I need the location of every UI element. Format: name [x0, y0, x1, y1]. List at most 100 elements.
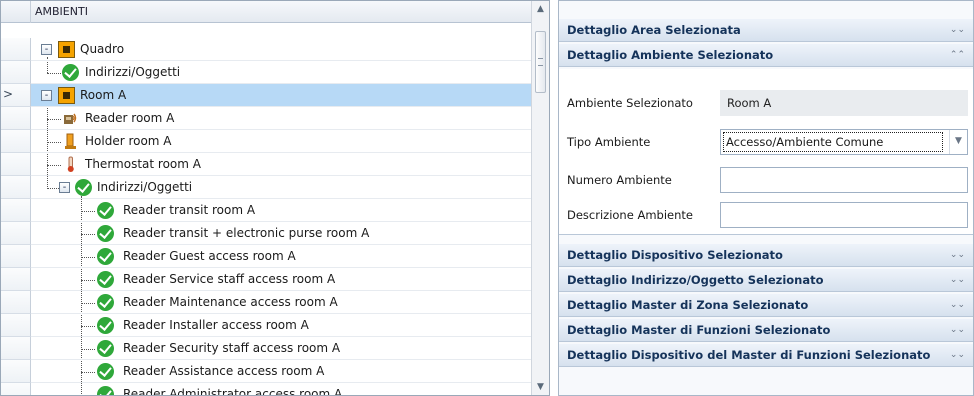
section-dettaglio-area[interactable]: Dettaglio Area Selezionata ⌄⌄: [559, 19, 973, 42]
tree-node[interactable]: Thermostat room A: [31, 153, 531, 176]
tree-row-object[interactable]: Reader Security staff access room A: [1, 337, 531, 360]
box-icon: [58, 41, 75, 58]
expand-chevron-icon[interactable]: ⌄⌄: [950, 319, 965, 342]
tree-node[interactable]: Reader Service staff access room A: [31, 268, 531, 291]
tree-row-object[interactable]: Reader Maintenance access room A: [1, 291, 531, 314]
check-icon: [97, 317, 114, 334]
row-selector[interactable]: [1, 245, 31, 268]
expand-chevron-icon[interactable]: ⌄⌄: [950, 344, 965, 367]
section-dettaglio-ambiente[interactable]: Dettaglio Ambiente Selezionato ⌃⌃: [559, 44, 973, 67]
tree-node-label: Reader Maintenance access room A: [123, 295, 338, 309]
expand-chevron-icon[interactable]: ⌄⌄: [950, 19, 965, 42]
ambiente-selezionato-label: Ambiente Selezionato: [567, 96, 693, 110]
row-selector[interactable]: [1, 153, 31, 176]
tree-row-reader[interactable]: Reader room A: [1, 107, 531, 130]
descrizione-ambiente-label: Descrizione Ambiente: [567, 208, 693, 222]
scrollbar-thumb[interactable]: [535, 31, 546, 93]
collapse-toggle[interactable]: -: [41, 90, 52, 101]
detail-panel: Dettaglio Area Selezionata ⌄⌄ Dettaglio …: [558, 0, 974, 396]
row-selector[interactable]: [1, 383, 31, 395]
collapse-toggle[interactable]: -: [41, 44, 52, 55]
numero-ambiente-label: Numero Ambiente: [567, 173, 672, 187]
section-title: Dettaglio Master di Funzioni Selezionato: [567, 323, 831, 337]
tree-row-room-a[interactable]: > - Room A: [1, 84, 531, 107]
tree-row-object[interactable]: Reader Assistance access room A: [1, 360, 531, 383]
tree-node-label: Reader Assistance access room A: [123, 364, 325, 378]
tree-row-object[interactable]: Reader Administrator access room A: [1, 383, 531, 395]
tipo-ambiente-value[interactable]: Accesso/Ambiente Comune: [723, 132, 943, 152]
row-selector[interactable]: [1, 130, 31, 153]
collapse-chevron-icon[interactable]: ⌃⌃: [950, 44, 965, 67]
tree-node[interactable]: Reader Administrator access room A: [31, 383, 531, 395]
row-selector[interactable]: [1, 360, 31, 383]
tree-node[interactable]: Reader Installer access room A: [31, 314, 531, 337]
tree-node[interactable]: Reader Security staff access room A: [31, 337, 531, 360]
tree-row-object[interactable]: Reader Guest access room A: [1, 245, 531, 268]
tree-node-label: Indirizzi/Oggetti: [97, 180, 193, 194]
tree-node[interactable]: Holder room A: [31, 130, 531, 153]
vertical-scrollbar[interactable]: ▲ ▼: [531, 1, 549, 395]
collapse-toggle[interactable]: -: [59, 182, 70, 193]
section-dettaglio-dispositivo-master[interactable]: Dettaglio Dispositivo del Master di Funz…: [559, 344, 973, 367]
tree-node[interactable]: Reader transit + electronic purse room A: [31, 222, 531, 245]
row-selector[interactable]: [1, 61, 31, 84]
row-selector[interactable]: [1, 222, 31, 245]
expand-chevron-icon[interactable]: ⌄⌄: [950, 244, 965, 267]
tree-node[interactable]: Indirizzi/Oggetti: [31, 61, 531, 84]
row-selector[interactable]: [1, 337, 31, 360]
tree-node[interactable]: - Room A: [31, 84, 531, 107]
tree-node-label: Thermostat room A: [85, 157, 201, 171]
section-title: Dettaglio Dispositivo Selezionato: [567, 248, 783, 262]
tree-node[interactable]: Reader room A: [31, 107, 531, 130]
section-dettaglio-dispositivo[interactable]: Dettaglio Dispositivo Selezionato ⌄⌄: [559, 244, 973, 267]
row-selector[interactable]: [1, 176, 31, 199]
tree-row-object[interactable]: Reader Service staff access room A: [1, 268, 531, 291]
descrizione-ambiente-input[interactable]: [720, 202, 968, 228]
check-icon: [97, 386, 114, 395]
tipo-ambiente-select[interactable]: Accesso/Ambiente Comune ▼: [720, 129, 968, 155]
tree-node-label: Quadro: [80, 42, 125, 56]
row-selector[interactable]: [1, 268, 31, 291]
tree-node-label: Reader transit room A: [123, 203, 256, 217]
chevron-down-icon[interactable]: ▼: [949, 130, 967, 154]
expand-chevron-icon[interactable]: ⌄⌄: [950, 269, 965, 292]
scroll-down-icon[interactable]: ▼: [532, 379, 549, 395]
tree-node[interactable]: - Indirizzi/Oggetti: [31, 176, 531, 199]
check-icon: [97, 202, 114, 219]
section-dettaglio-master-funzioni[interactable]: Dettaglio Master di Funzioni Selezionato…: [559, 319, 973, 342]
row-selector[interactable]: [1, 314, 31, 337]
row-selector[interactable]: [1, 291, 31, 314]
tree-node[interactable]: Reader transit room A: [31, 199, 531, 222]
expand-chevron-icon[interactable]: ⌄⌄: [950, 294, 965, 317]
tree-row-thermostat[interactable]: Thermostat room A: [1, 153, 531, 176]
tree-node[interactable]: - Quadro: [31, 38, 531, 61]
scroll-up-icon[interactable]: ▲: [532, 1, 549, 17]
holder-icon: [62, 133, 79, 150]
tree-row-object[interactable]: Reader transit room A: [1, 199, 531, 222]
section-title: Dettaglio Master di Zona Selezionato: [567, 298, 809, 312]
tree-node-label: Holder room A: [85, 134, 172, 148]
row-selector[interactable]: [1, 107, 31, 130]
tree-node[interactable]: Reader Guest access room A: [31, 245, 531, 268]
check-icon: [97, 363, 114, 380]
tree-row-indirizzi-room[interactable]: - Indirizzi/Oggetti: [1, 176, 531, 199]
tree-node-label: Reader Guest access room A: [123, 249, 296, 263]
row-selector[interactable]: >: [1, 84, 31, 107]
tree-row-quadro[interactable]: - Quadro: [1, 38, 531, 61]
numero-ambiente-input[interactable]: [720, 167, 968, 193]
check-icon: [97, 248, 114, 265]
section-dettaglio-master-zona[interactable]: Dettaglio Master di Zona Selezionato ⌄⌄: [559, 294, 973, 317]
tree-row-object[interactable]: Reader Installer access room A: [1, 314, 531, 337]
column-header-ambienti[interactable]: AMBIENTI: [31, 1, 88, 23]
tree-row-indirizzi[interactable]: Indirizzi/Oggetti: [1, 61, 531, 84]
section-dettaglio-indirizzo[interactable]: Dettaglio Indirizzo/Oggetto Selezionato …: [559, 269, 973, 292]
tree-row-holder[interactable]: Holder room A: [1, 130, 531, 153]
section-title: Dettaglio Indirizzo/Oggetto Selezionato: [567, 273, 824, 287]
ambienti-tree-grid: AMBIENTI - Quadro Indirizzi/Oggetti > - …: [0, 0, 550, 396]
tree-node[interactable]: Reader Maintenance access room A: [31, 291, 531, 314]
tree-row-object[interactable]: Reader transit + electronic purse room A: [1, 222, 531, 245]
row-selector[interactable]: [1, 38, 31, 61]
tree-node[interactable]: Reader Assistance access room A: [31, 360, 531, 383]
tree-node-label: Room A: [80, 88, 127, 102]
row-selector[interactable]: [1, 199, 31, 222]
